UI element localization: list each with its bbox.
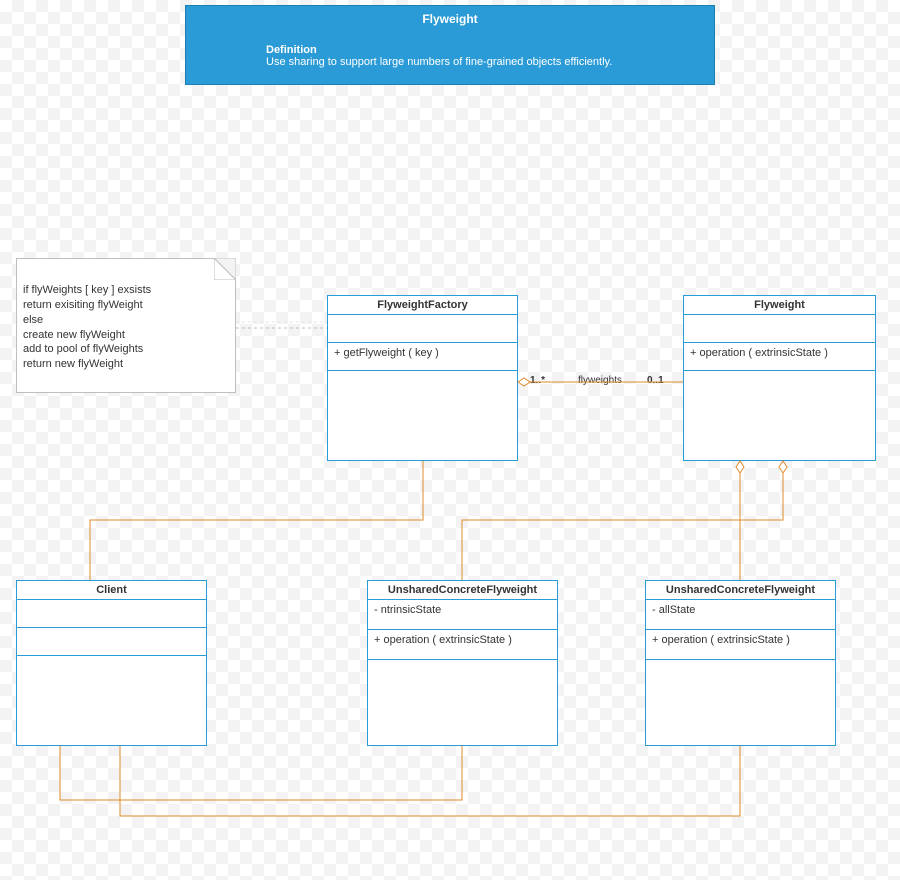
aggregation-flyweight-unshared2 (740, 461, 787, 580)
class-name: FlyweightFactory (328, 296, 517, 315)
note-anchor-line (236, 322, 327, 328)
note-line-6: return new flyWeight (23, 357, 225, 372)
aggregation-flyweight-unshared1 (462, 461, 744, 580)
body-compart (684, 371, 875, 449)
class-name: UnsharedConcreteFlyweight (646, 581, 835, 600)
body-compart (17, 656, 206, 734)
note-line-3: else (23, 313, 225, 328)
class-flyweight-factory: FlyweightFactory + getFlyweight ( key ) (327, 295, 518, 461)
class-flyweight: Flyweight + operation ( extrinsicState ) (683, 295, 876, 461)
note-fold-icon (214, 258, 236, 280)
attributes-compart: - allState (646, 600, 835, 630)
body-compart (328, 371, 517, 449)
class-unshared-concrete-2: UnsharedConcreteFlyweight - allState + o… (645, 580, 836, 746)
attributes-compart: - ntrinsicState (368, 600, 557, 630)
operation: + operation ( extrinsicState ) (374, 634, 551, 646)
assoc-client-unshared2 (120, 746, 740, 816)
class-name: UnsharedConcreteFlyweight (368, 581, 557, 600)
class-client: Client (16, 580, 207, 746)
pattern-header: Flyweight Definition Use sharing to supp… (185, 5, 715, 85)
operations-compart: + operation ( extrinsicState ) (646, 630, 835, 660)
operations-compart: + getFlyweight ( key ) (328, 343, 517, 371)
definition-text: Use sharing to support large numbers of … (266, 56, 612, 68)
attributes-compart (17, 600, 206, 628)
body-compart (646, 660, 835, 726)
attributes-compart (328, 315, 517, 343)
note-box: if flyWeights [ key ] exsists return exi… (16, 258, 236, 393)
assoc-client-unshared1 (60, 746, 462, 800)
definition-label: Definition (266, 44, 704, 56)
attributes-compart (684, 315, 875, 343)
class-name: Client (17, 581, 206, 600)
attribute: - allState (652, 604, 829, 616)
operation: + operation ( extrinsicState ) (690, 347, 869, 359)
operations-compart: + operation ( extrinsicState ) (368, 630, 557, 660)
body-compart (368, 660, 557, 726)
class-name: Flyweight (684, 296, 875, 315)
class-unshared-concrete-1: UnsharedConcreteFlyweight - ntrinsicStat… (367, 580, 558, 746)
assoc-mult-left: 1..* (530, 375, 545, 386)
assoc-mult-right: 0..1 (647, 375, 664, 386)
note-line-4: create new flyWeight (23, 328, 225, 343)
note-line-2: return exisiting flyWeight (23, 298, 225, 313)
pattern-definition: Definition Use sharing to support large … (186, 26, 714, 74)
diagram-canvas: Flyweight Definition Use sharing to supp… (0, 0, 900, 880)
note-line-1: if flyWeights [ key ] exsists (23, 283, 225, 298)
note-line-5: add to pool of flyWeights (23, 342, 225, 357)
operations-compart (17, 628, 206, 656)
operations-compart: + operation ( extrinsicState ) (684, 343, 875, 371)
attribute: - ntrinsicState (374, 604, 551, 616)
operation: + getFlyweight ( key ) (334, 347, 511, 359)
assoc-name: flyweights (578, 375, 622, 386)
operation: + operation ( extrinsicState ) (652, 634, 829, 646)
assoc-client-factory (90, 461, 423, 580)
pattern-title: Flyweight (186, 6, 714, 26)
